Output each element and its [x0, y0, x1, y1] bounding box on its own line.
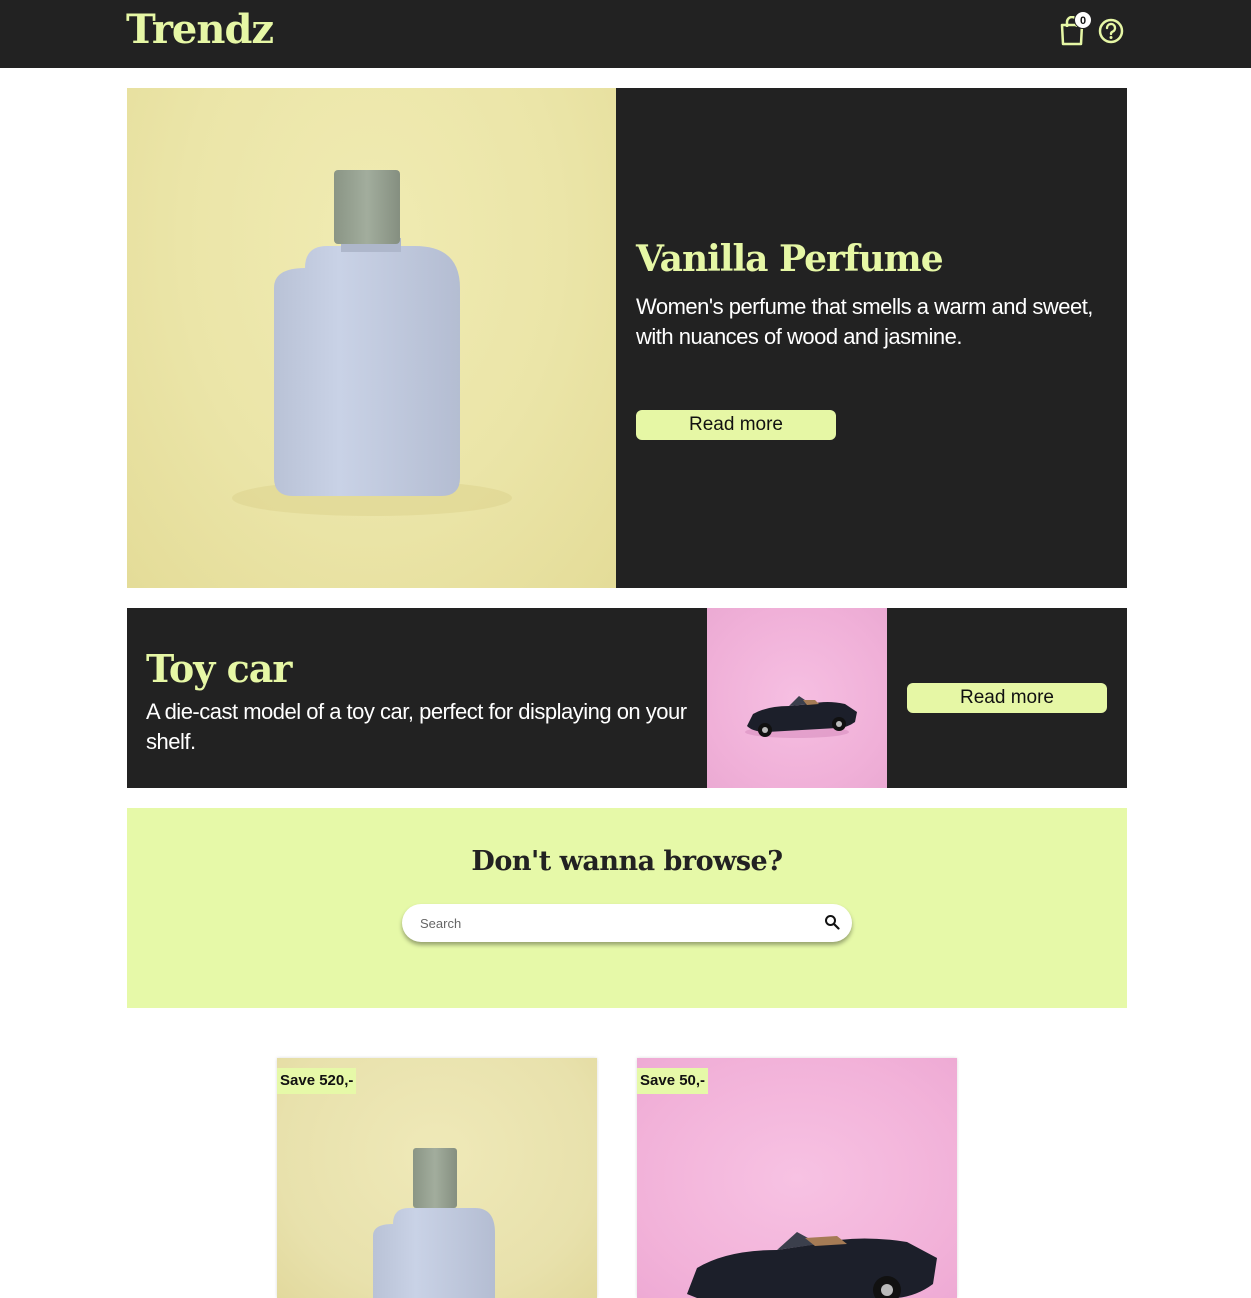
toy-car-image	[707, 608, 887, 788]
discount-badge: Save 50,-	[637, 1068, 709, 1094]
toy-car-image	[687, 1232, 937, 1298]
perfume-bottle-image	[373, 1148, 495, 1298]
search-icon[interactable]	[824, 914, 840, 930]
toy-car-banner: Toy car A die-cast model of a toy car, p…	[127, 608, 1127, 788]
logo[interactable]: Trendz	[126, 6, 274, 53]
hero-banner: Vanilla Perfume Women's perfume that sme…	[127, 88, 1127, 588]
discount-badge: Save 520,-	[277, 1068, 357, 1094]
search-section: Don't wanna browse?	[127, 808, 1127, 1008]
toy-description: A die-cast model of a toy car, perfect f…	[146, 699, 687, 754]
question-circle-icon[interactable]	[1098, 18, 1124, 44]
toy-title: Toy car	[146, 646, 292, 691]
browse-title: Don't wanna browse?	[471, 846, 783, 877]
hero-description: Women's perfume that smells a warm and s…	[636, 294, 1093, 349]
toy-read-more-button[interactable]: Read more	[907, 683, 1107, 713]
hero-read-more-button[interactable]: Read more	[636, 410, 836, 440]
search-input[interactable]	[420, 913, 800, 933]
search-bar	[402, 904, 852, 942]
product-card-toy-car[interactable]: Save 50,-	[637, 1058, 957, 1298]
hero-title: Vanilla Perfume	[636, 238, 944, 280]
top-navigation-bar: Trendz 0	[0, 0, 1251, 68]
perfume-bottle-image	[127, 88, 616, 588]
cart-count-badge: 0	[1074, 11, 1092, 29]
product-card-perfume[interactable]: Save 520,-	[277, 1058, 597, 1298]
